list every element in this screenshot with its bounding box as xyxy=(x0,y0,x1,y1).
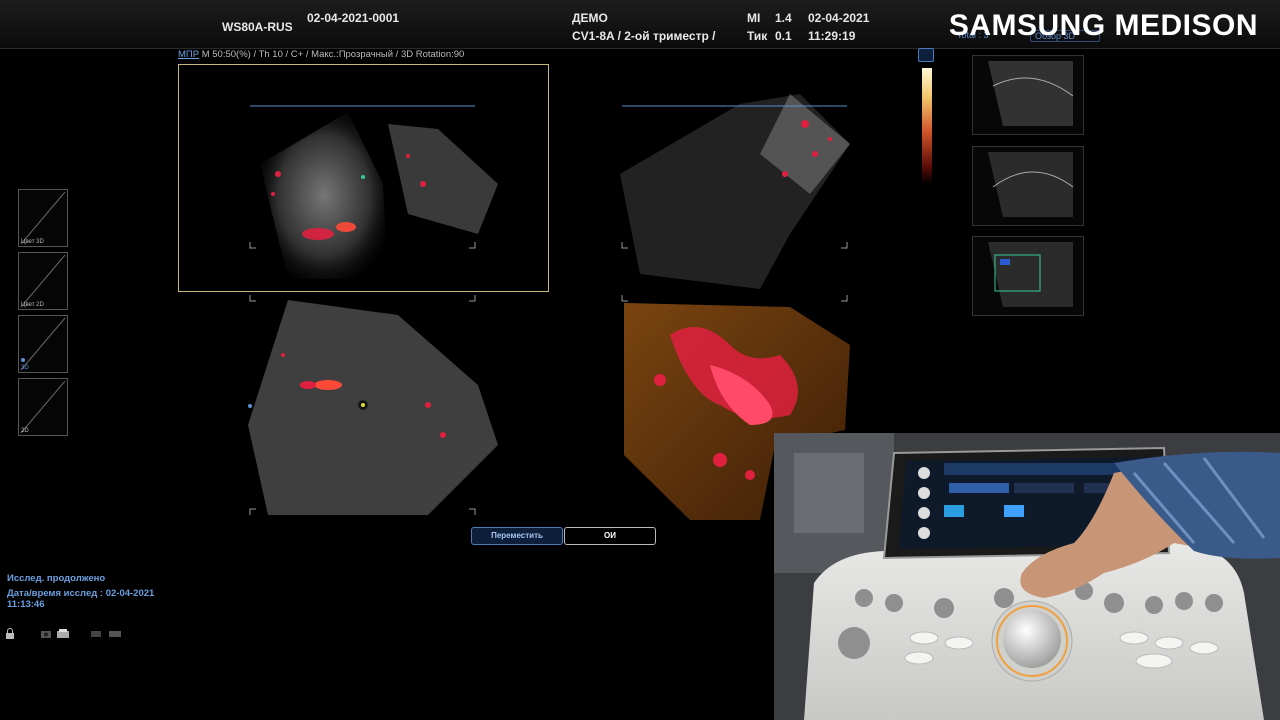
thumb-diagonal-icon xyxy=(20,254,66,308)
tic-value: 0.1 xyxy=(775,29,792,43)
ok-button[interactable]: ОИ xyxy=(564,527,656,545)
thumb-diagonal-icon xyxy=(20,380,66,434)
probe-preset: CV1-8A / 2-ой триместр / xyxy=(572,29,716,43)
network-icon[interactable] xyxy=(90,628,102,642)
exam-time: 11:29:19 xyxy=(808,29,856,43)
storage-icon[interactable] xyxy=(108,628,122,642)
tic-label: Тик xyxy=(747,29,768,43)
patient-id: 02-04-2021-0001 xyxy=(307,11,400,25)
thumb-color-3d[interactable]: Цвет 3D xyxy=(18,189,68,247)
mi-label: MI xyxy=(747,11,761,25)
thumb-diagonal-icon xyxy=(20,191,66,245)
color-map-button[interactable] xyxy=(918,48,934,62)
exam-date: 02-04-2021 xyxy=(808,11,870,25)
move-button[interactable]: Переместить xyxy=(471,527,563,545)
exam-status: Исслед. продолжено xyxy=(7,573,106,584)
color-scale-bar xyxy=(922,68,932,184)
thumb-color-2d[interactable]: Цвет 2D xyxy=(18,252,68,310)
thumb-diagonal-icon xyxy=(20,317,66,371)
top-info-bar: WS80A-RUS 02-04-2021-0001 ДЕМО CV1-8A / … xyxy=(0,0,1280,49)
mpr-params: M 50:50(%) / Th 10 / C+ / Макс.:Прозрачн… xyxy=(201,49,465,60)
mpr-parameters: МПР M 50:50(%) / Th 10 / C+ / Макс.:Проз… xyxy=(178,49,464,60)
thumb-label: 3D xyxy=(21,365,29,371)
review-thumbnail[interactable] xyxy=(972,236,1084,316)
review-thumbnail[interactable] xyxy=(972,55,1084,135)
system-model: WS80A-RUS xyxy=(222,20,293,34)
control-panel-video-inset xyxy=(774,433,1280,720)
print-icon[interactable] xyxy=(56,628,70,642)
lock-icon[interactable] xyxy=(4,628,16,642)
thumb-3d[interactable]: 3D xyxy=(18,315,68,373)
demo-label: ДЕМО xyxy=(572,11,608,25)
review-thumbnail[interactable] xyxy=(972,146,1084,226)
active-plane-frame xyxy=(178,64,549,292)
mi-value: 1.4 xyxy=(775,11,792,25)
exam-datetime: Дата/время исслед : 02-04-2021 xyxy=(7,588,155,599)
thumb-label: 2D xyxy=(21,428,29,434)
thumb-label: Цвет 2D xyxy=(21,302,44,308)
mpr-plane-b[interactable] xyxy=(560,64,930,289)
thumb-label: Цвет 3D xyxy=(21,239,44,245)
mpr-tag[interactable]: МПР xyxy=(178,49,199,60)
mpr-plane-a[interactable] xyxy=(178,64,549,292)
camera-icon[interactable] xyxy=(40,628,52,642)
brand-logo: SAMSUNG MEDISON xyxy=(948,9,1258,42)
thumb-2d[interactable]: 2D xyxy=(18,378,68,436)
exam-start-time: 11:13:46 xyxy=(7,599,45,610)
mpr-plane-c[interactable] xyxy=(178,295,548,520)
